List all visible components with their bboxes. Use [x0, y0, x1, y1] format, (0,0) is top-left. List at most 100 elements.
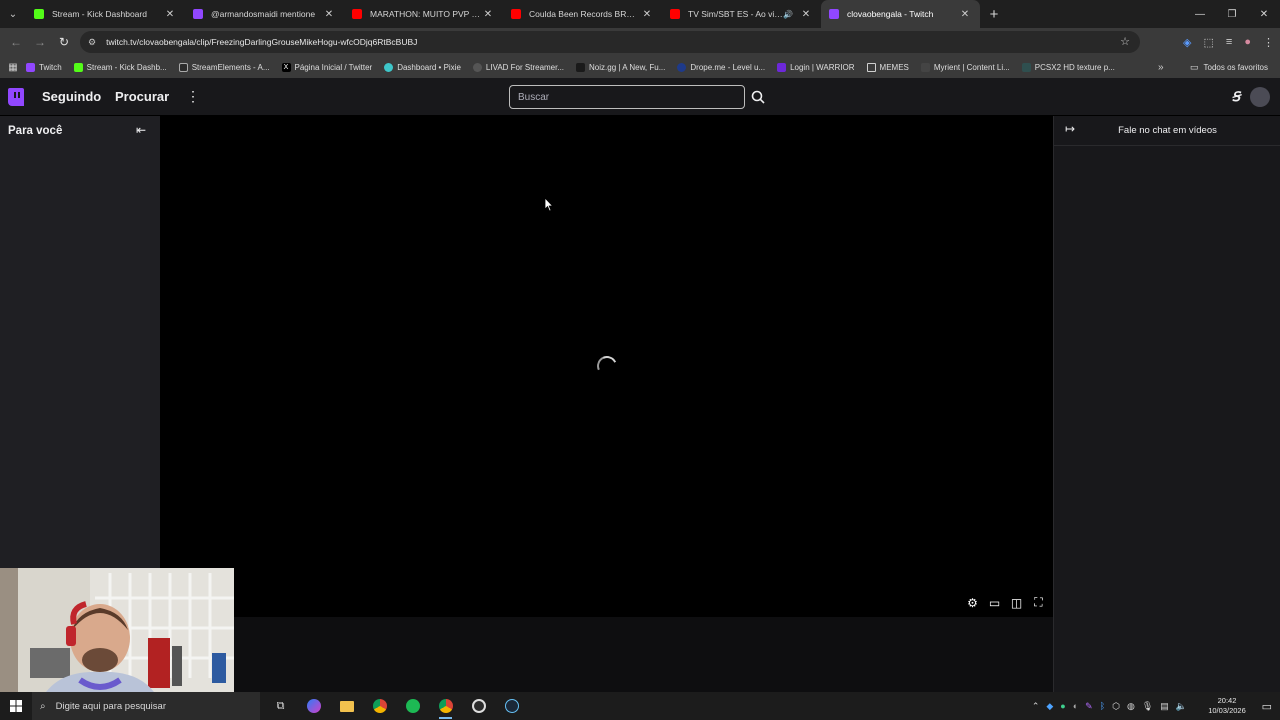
forward-icon[interactable]: → — [28, 35, 52, 49]
back-icon[interactable]: ← — [4, 35, 28, 49]
chrome-icon[interactable] — [363, 692, 396, 720]
picture-in-picture-icon[interactable]: ◫ — [1010, 596, 1023, 610]
bookmark-item[interactable]: X Página Inicial / Twitter — [281, 62, 372, 72]
search-button[interactable] — [746, 85, 770, 109]
file-explorer-icon[interactable] — [330, 692, 363, 720]
bookmark-item[interactable]: Noiz.gg | A New, Fu... — [576, 62, 665, 72]
audio-playing-icon[interactable]: 🔊 — [783, 10, 793, 19]
steam-icon[interactable] — [495, 692, 528, 720]
kick-icon — [73, 62, 83, 72]
twitch-logo-icon[interactable] — [8, 88, 24, 106]
twitch-top-nav: Seguindo Procurar ⋮ Ꞩ — [0, 78, 1280, 116]
apps-grid-icon[interactable]: ▦ — [0, 62, 26, 73]
twitch-favicon-icon — [829, 9, 839, 19]
bookmark-item[interactable]: Login | WARRIOR — [777, 62, 855, 72]
chrome-active-icon[interactable] — [429, 692, 462, 720]
tab-title: MARATHON: MUITO PVP e EVE — [370, 9, 481, 19]
tray-app-icon[interactable]: ✎ — [1085, 701, 1093, 712]
windows-taskbar: ⌕ Digite aqui para pesquisar ⧉ ⌃ ◆ ● ◐ ✎… — [0, 692, 1280, 720]
browser-menu-icon[interactable]: ⋮ — [1263, 36, 1274, 49]
nav-browse-link[interactable]: Procurar — [115, 89, 169, 104]
nav-following-link[interactable]: Seguindo — [42, 89, 101, 104]
close-tab-icon[interactable]: ✕ — [640, 9, 654, 20]
fullscreen-icon[interactable]: ⛶ — [1032, 595, 1045, 609]
twitch-icon — [26, 62, 35, 72]
volume-icon[interactable]: 🔈 — [1176, 701, 1187, 712]
tray-app-icon[interactable]: ● — [1060, 701, 1065, 711]
more-bookmarks-icon[interactable]: » — [1158, 56, 1164, 78]
site-info-icon[interactable]: ⚙ — [88, 37, 96, 48]
youtube-favicon-icon — [670, 9, 680, 19]
close-tab-icon[interactable]: ✕ — [799, 9, 813, 20]
myrient-icon — [920, 62, 930, 72]
tray-app-icon[interactable]: ◍ — [1127, 701, 1135, 712]
tab-search-icon[interactable]: ⌄ — [0, 0, 26, 28]
taskbar-search-box[interactable]: ⌕ Digite aqui para pesquisar — [32, 692, 260, 720]
settings-gear-icon[interactable]: ⚙ — [966, 596, 979, 610]
spotify-icon[interactable] — [396, 692, 429, 720]
close-tab-icon[interactable]: ✕ — [322, 9, 336, 20]
theatre-mode-icon[interactable]: ▭ — [988, 596, 1001, 610]
profile-icon[interactable]: ● — [1244, 36, 1251, 48]
browser-tab-active[interactable]: clovaobengala - Twitch ✕ — [821, 0, 980, 28]
reload-icon[interactable]: ↻ — [52, 35, 76, 49]
avatar[interactable] — [1250, 87, 1270, 107]
tray-app-icon[interactable]: ◆ — [1046, 701, 1053, 712]
obs-icon[interactable] — [462, 692, 495, 720]
collapse-sidebar-icon[interactable]: ⇤ — [136, 123, 146, 137]
browser-tab[interactable]: TV Sim/SBT ES - Ao vivo - Y 🔊 ✕ — [662, 0, 821, 28]
microphone-icon[interactable]: 🎙 — [1142, 701, 1153, 712]
copilot-icon[interactable] — [297, 692, 330, 720]
bookmark-item[interactable]: Drope.me - Level u... — [677, 62, 765, 72]
network-icon[interactable]: ▤ — [1160, 701, 1169, 712]
extension-icon[interactable]: ◈ — [1183, 36, 1191, 49]
search-input[interactable] — [509, 85, 745, 109]
bookmark-item[interactable]: Twitch — [26, 62, 62, 72]
browser-toolbar: ← → ↻ ⚙ twitch.tv/clovaobengala/clip/Fre… — [0, 28, 1280, 56]
livad-icon — [472, 62, 482, 72]
sidebar-title: Para você — [8, 125, 63, 137]
bookmark-star-icon[interactable]: ☆ — [1120, 35, 1130, 48]
bluetooth-icon[interactable]: ᛒ — [1100, 701, 1105, 711]
browser-tab[interactable]: Coulda Been Records BROOKLY ✕ — [503, 0, 662, 28]
close-tab-icon[interactable]: ✕ — [481, 9, 495, 20]
close-window-icon[interactable]: ✕ — [1248, 0, 1280, 28]
extension-icons: ◈ ⬚ ≡ ● ⋮ — [1183, 28, 1274, 56]
new-tab-icon[interactable]: + — [980, 6, 1008, 23]
bookmark-item[interactable]: Stream - Kick Dashb... — [73, 62, 167, 72]
taskbar-clock[interactable]: 20:42 10/03/2026 — [1202, 696, 1252, 716]
noiz-icon — [576, 62, 586, 72]
browser-tab[interactable]: @armandosmaidi mentione ✕ — [185, 0, 344, 28]
chat-header: ↦ Fale no chat em vídeos — [1054, 116, 1280, 146]
tray-app-icon[interactable]: ⬡ — [1112, 701, 1120, 712]
bookmark-folder[interactable]: MEMES — [866, 62, 909, 72]
bookmark-item[interactable]: Myrient | Content Li... — [920, 62, 1010, 72]
bookmark-item[interactable]: Dashboard • Pixie — [384, 62, 461, 72]
task-view-icon[interactable]: ⧉ — [264, 692, 297, 720]
video-player[interactable]: ⚙ ▭ ◫ ⛶ — [160, 116, 1053, 617]
bookmark-item[interactable]: StreamElements - A... — [178, 62, 270, 72]
all-bookmarks-folder[interactable]: ▭ Todos os favoritos — [1190, 56, 1268, 78]
translate-icon[interactable]: Ꞩ — [1232, 89, 1240, 105]
tray-app-icon[interactable]: ◐ — [1073, 701, 1078, 711]
close-tab-icon[interactable]: ✕ — [163, 9, 177, 20]
search-icon: ⌕ — [40, 700, 46, 712]
restore-icon[interactable]: ❐ — [1216, 0, 1248, 28]
tab-title: Stream - Kick Dashboard — [52, 9, 147, 19]
bookmarks-bar: ▦ Twitch Stream - Kick Dashb... StreamEl… — [0, 56, 1280, 78]
close-tab-icon[interactable]: ✕ — [958, 9, 972, 20]
minimize-icon[interactable]: — — [1184, 0, 1216, 28]
clock-time: 20:42 — [1217, 696, 1237, 705]
bookmark-item[interactable]: LIVAD For Streamer... — [472, 62, 564, 72]
browser-tab[interactable]: Stream - Kick Dashboard ✕ — [26, 0, 185, 28]
browser-tab[interactable]: MARATHON: MUITO PVP e EVE ✕ — [344, 0, 503, 28]
address-bar[interactable]: ⚙ twitch.tv/clovaobengala/clip/FreezingD… — [80, 31, 1140, 53]
notifications-icon[interactable]: ▭ — [1262, 700, 1272, 713]
search-icon — [751, 90, 765, 104]
media-control-icon[interactable]: ≡ — [1226, 36, 1232, 48]
tray-expand-icon[interactable]: ⌃ — [1032, 701, 1040, 712]
bookmark-item[interactable]: PCSX2 HD texture p... — [1021, 62, 1115, 72]
extensions-puzzle-icon[interactable]: ⬚ — [1204, 36, 1214, 49]
start-button[interactable] — [0, 692, 32, 720]
more-options-icon[interactable]: ⋮ — [186, 88, 200, 105]
